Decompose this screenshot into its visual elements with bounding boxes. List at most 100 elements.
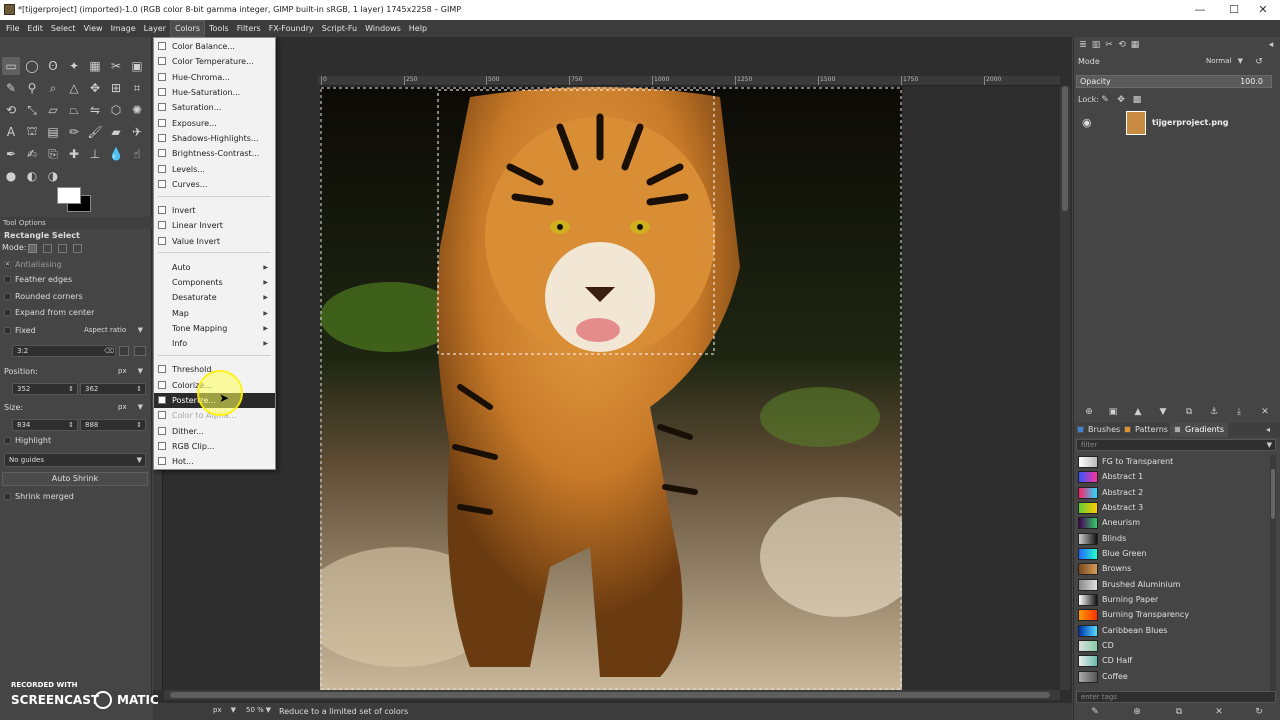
- flip-tool-icon[interactable]: ⇋: [86, 101, 104, 119]
- list-item[interactable]: Burning Paper: [1078, 593, 1268, 607]
- rounded-corners-option[interactable]: Rounded corners: [4, 291, 83, 303]
- mode-add-icon[interactable]: [43, 244, 52, 253]
- layer-row[interactable]: ◉ tijgerproject.png: [1076, 109, 1276, 137]
- dodge-tool-icon[interactable]: ◐: [23, 167, 41, 185]
- menu-script-fu[interactable]: Script-Fu: [318, 20, 361, 37]
- color-picker-tool-icon[interactable]: ⚲: [23, 79, 41, 97]
- menu-item-auto[interactable]: Auto: [154, 260, 275, 275]
- spin-icon[interactable]: ⇕: [136, 384, 142, 394]
- spin-icon[interactable]: ⇕: [68, 420, 74, 430]
- text-tool-icon[interactable]: A: [2, 123, 20, 141]
- crop-tool-icon[interactable]: ⌗: [128, 79, 146, 97]
- zoom-tool-icon[interactable]: ⌕: [44, 79, 62, 97]
- highlight-option[interactable]: Highlight: [4, 435, 51, 447]
- landscape-icon[interactable]: [134, 346, 146, 356]
- tags-input[interactable]: enter tags: [1076, 691, 1276, 703]
- tab-patterns[interactable]: Patterns: [1124, 425, 1168, 434]
- size-unit-dropdown[interactable]: px ▼: [114, 402, 146, 414]
- gradient-tool-icon[interactable]: ▤: [44, 123, 62, 141]
- layer-name[interactable]: tijgerproject.png: [1152, 118, 1229, 127]
- menu-item-brightness-contrast[interactable]: Brightness-Contrast...: [154, 146, 275, 161]
- menu-item-levels[interactable]: Levels...: [154, 162, 275, 177]
- new-gradient-icon[interactable]: ⊕: [1130, 705, 1144, 719]
- position-unit-dropdown[interactable]: px ▼: [114, 366, 146, 378]
- edit-gradient-icon[interactable]: ✎: [1088, 705, 1102, 719]
- perspective-tool-icon[interactable]: ⏢: [65, 101, 83, 119]
- dock-menu-icon[interactable]: ◂: [1264, 38, 1278, 52]
- menu-edit[interactable]: Edit: [23, 20, 47, 37]
- guides-dropdown[interactable]: No guides ▼: [4, 453, 146, 467]
- fuzzy-select-tool-icon[interactable]: ✦: [65, 57, 83, 75]
- spin-icon[interactable]: ⇕: [68, 384, 74, 394]
- menu-colors[interactable]: Colors: [169, 20, 205, 37]
- feather-edges-checkbox[interactable]: [4, 276, 11, 283]
- spin-icon[interactable]: ⇕: [136, 420, 142, 430]
- fixed-mode-dropdown[interactable]: Aspect ratio ▼: [80, 325, 146, 337]
- select-by-color-tool-icon[interactable]: ▦: [86, 57, 104, 75]
- vertical-scrollbar[interactable]: [1060, 86, 1070, 690]
- align-tool-icon[interactable]: ⊞: [107, 79, 125, 97]
- vertical-scrollbar-thumb[interactable]: [1062, 86, 1068, 211]
- anchor-layer-icon[interactable]: ⚓: [1207, 405, 1221, 419]
- ink-tool-icon[interactable]: ✒: [2, 145, 20, 163]
- lock-pixels-icon[interactable]: ✎: [1098, 93, 1112, 107]
- delete-gradient-icon[interactable]: ✕: [1212, 705, 1226, 719]
- menu-fx-foundry[interactable]: FX-Foundry: [265, 20, 318, 37]
- horizontal-ruler[interactable]: 0 250 500 750 1000 1250 1500 1750 2000: [318, 76, 1060, 86]
- menu-item-hue-saturation[interactable]: Hue-Saturation...: [154, 85, 275, 100]
- menu-item-linear-invert[interactable]: Linear Invert: [154, 218, 275, 233]
- tab-gradients[interactable]: Gradients: [1170, 423, 1228, 437]
- portrait-icon[interactable]: [119, 346, 129, 356]
- menu-item-hot[interactable]: Hot...: [154, 454, 275, 469]
- list-item[interactable]: CD: [1078, 639, 1268, 653]
- list-item[interactable]: Blue Green: [1078, 547, 1268, 561]
- size-w-input[interactable]: 834 ⇕: [12, 419, 78, 431]
- move-tool-icon[interactable]: ✥: [86, 79, 104, 97]
- tab-brushes[interactable]: Brushes: [1077, 425, 1120, 434]
- channels-tab-icon[interactable]: ▥: [1089, 38, 1103, 52]
- menu-item-saturation[interactable]: Saturation...: [154, 100, 275, 115]
- new-layer-group-icon[interactable]: ▣: [1106, 405, 1120, 419]
- expand-from-center-checkbox[interactable]: [4, 309, 11, 316]
- menu-item-curves[interactable]: Curves...: [154, 177, 275, 192]
- list-item[interactable]: Burning Transparency: [1078, 608, 1268, 622]
- shear-tool-icon[interactable]: ▱: [44, 101, 62, 119]
- feather-edges-option[interactable]: Feather edges: [4, 274, 72, 286]
- undo-tab-icon[interactable]: ⟲: [1115, 38, 1129, 52]
- menu-item-hue-chroma[interactable]: Hue-Chroma...: [154, 70, 275, 85]
- menu-item-components[interactable]: Components: [154, 275, 275, 290]
- gradient-list-scrollbar[interactable]: [1270, 455, 1276, 695]
- bucket-fill-tool-icon[interactable]: ⛫: [23, 123, 41, 141]
- lower-layer-icon[interactable]: ▼: [1156, 405, 1170, 419]
- zoom-dropdown[interactable]: 50 % ▼: [242, 705, 274, 717]
- menu-item-rgb-clip[interactable]: RGB Clip...: [154, 439, 275, 454]
- paths-tool-icon[interactable]: ✎: [2, 79, 20, 97]
- gradient-filter-input[interactable]: filter ▼: [1076, 439, 1276, 451]
- layers-tab-icon[interactable]: ≣: [1076, 38, 1090, 52]
- menu-item-value-invert[interactable]: Value Invert: [154, 234, 275, 249]
- raise-layer-icon[interactable]: ▲: [1131, 405, 1145, 419]
- close-button[interactable]: ✕: [1246, 0, 1280, 20]
- smudge-tool-icon[interactable]: ☝: [128, 145, 146, 163]
- free-select-tool-icon[interactable]: ʘ: [44, 57, 62, 75]
- images-tab-icon[interactable]: ▦: [1128, 38, 1142, 52]
- list-item[interactable]: FG to Transparent: [1078, 455, 1268, 469]
- new-layer-icon[interactable]: ⊕: [1082, 405, 1096, 419]
- list-item[interactable]: Abstract 3: [1078, 501, 1268, 515]
- mode-intersect-icon[interactable]: [73, 244, 82, 253]
- rounded-corners-checkbox[interactable]: [4, 293, 11, 300]
- layer-mode-dropdown[interactable]: Normal ▼: [1202, 56, 1246, 68]
- menu-tools[interactable]: Tools: [205, 20, 233, 37]
- blur-tool-icon[interactable]: 💧: [107, 145, 125, 163]
- menu-item-desaturate[interactable]: Desaturate: [154, 290, 275, 305]
- antialiasing-checkbox[interactable]: ✕: [4, 261, 11, 268]
- list-item[interactable]: Abstract 2: [1078, 486, 1268, 500]
- heal-tool-icon[interactable]: ✚: [65, 145, 83, 163]
- delete-layer-icon[interactable]: ✕: [1258, 405, 1272, 419]
- horizontal-scrollbar-thumb[interactable]: [170, 692, 1050, 698]
- rect-select-tool-icon[interactable]: ▭: [2, 57, 20, 75]
- aspect-ratio-input[interactable]: 3:2: [12, 345, 116, 357]
- minimize-button[interactable]: —: [1183, 0, 1217, 20]
- menu-select[interactable]: Select: [47, 20, 80, 37]
- menu-help[interactable]: Help: [405, 20, 431, 37]
